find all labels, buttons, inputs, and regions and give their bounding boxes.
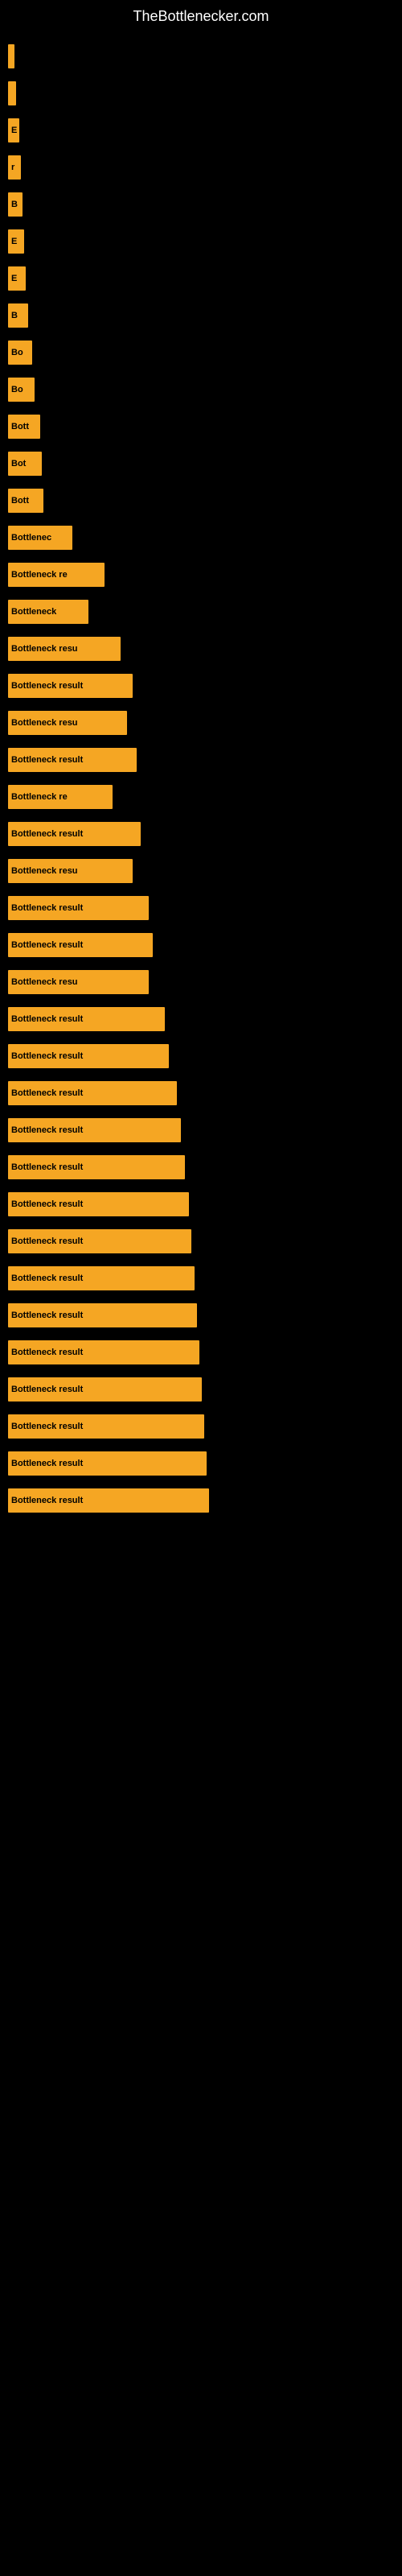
result-bar: Bottleneck result [8,1266,195,1290]
bar-row: Bottleneck result [8,819,394,849]
bar-row: Bot [8,448,394,479]
result-bar: Bottleneck result [8,1155,185,1179]
bar-row [8,78,394,109]
bar-row: Bottleneck result [8,1485,394,1516]
result-bar: Bottleneck result [8,1451,207,1476]
result-bar: r [8,155,21,180]
result-bar: Bottleneck result [8,1303,197,1327]
bar-row: Bottleneck result [8,893,394,923]
result-bar: Bottlenec [8,526,72,550]
bar-row: Bottleneck result [8,1448,394,1479]
bar-row: Bottleneck result [8,1004,394,1034]
result-bar: Bo [8,378,35,402]
result-bar: Bott [8,489,43,513]
bar-row: E [8,115,394,146]
result-bar: Bottleneck resu [8,711,127,735]
result-bar: Bottleneck result [8,1414,204,1439]
bar-row: Bottleneck re [8,559,394,590]
bar-row: Bottleneck result [8,1263,394,1294]
result-bar: Bottleneck result [8,1229,191,1253]
result-bar: Bottleneck resu [8,859,133,883]
bar-row: B [8,189,394,220]
result-bar [8,44,14,68]
bar-row: Bottleneck result [8,1374,394,1405]
bar-row: Bottleneck resu [8,708,394,738]
result-bar: Bottleneck result [8,1081,177,1105]
bar-row: Bo [8,337,394,368]
bar-row: Bott [8,485,394,516]
result-bar: Bot [8,452,42,476]
result-bar: Bottleneck result [8,1044,169,1068]
site-title: TheBottlenecker.com [0,0,402,29]
result-bar: Bottleneck result [8,822,141,846]
bar-row: Bo [8,374,394,405]
bar-row: Bottleneck resu [8,634,394,664]
result-bar: Bottleneck resu [8,637,121,661]
bar-row: Bottleneck result [8,1115,394,1146]
bar-row: Bottleneck result [8,930,394,960]
result-bar: Bottleneck result [8,1192,189,1216]
result-bar: Bottleneck result [8,674,133,698]
bar-row: Bott [8,411,394,442]
result-bar: Bottleneck result [8,896,149,920]
bar-row: Bottleneck result [8,1189,394,1220]
result-bar [8,81,16,105]
bar-row: E [8,263,394,294]
result-bar: Bottleneck result [8,1118,181,1142]
bar-row: r [8,152,394,183]
bar-row: Bottleneck result [8,745,394,775]
result-bar: Bottleneck result [8,1377,202,1402]
bar-row: Bottleneck result [8,1078,394,1108]
result-bar: Bottleneck result [8,1007,165,1031]
bars-container: ErBEEBBoBoBottBotBottBottlenecBottleneck… [0,29,402,1534]
result-bar: Bottleneck result [8,1340,199,1364]
bar-row: B [8,300,394,331]
bar-row: E [8,226,394,257]
bar-row: Bottleneck result [8,1300,394,1331]
bar-row: Bottleneck result [8,1041,394,1071]
result-bar: B [8,303,28,328]
bar-row: Bottleneck result [8,1337,394,1368]
bar-row [8,41,394,72]
result-bar: Bottleneck result [8,1488,209,1513]
result-bar: Bottleneck re [8,785,113,809]
result-bar: Bottleneck result [8,933,153,957]
bar-row: Bottleneck result [8,671,394,701]
bar-row: Bottleneck result [8,1411,394,1442]
result-bar: E [8,266,26,291]
bar-row: Bottleneck resu [8,856,394,886]
result-bar: Bottleneck result [8,748,137,772]
result-bar: B [8,192,23,217]
bar-row: Bottleneck result [8,1226,394,1257]
bar-row: Bottleneck re [8,782,394,812]
result-bar: Bott [8,415,40,439]
result-bar: Bo [8,341,32,365]
result-bar: Bottleneck resu [8,970,149,994]
result-bar: Bottleneck re [8,563,105,587]
bar-row: Bottleneck [8,597,394,627]
bar-row: Bottlenec [8,522,394,553]
result-bar: E [8,229,24,254]
result-bar: E [8,118,19,142]
bar-row: Bottleneck result [8,1152,394,1183]
bar-row: Bottleneck resu [8,967,394,997]
result-bar: Bottleneck [8,600,88,624]
